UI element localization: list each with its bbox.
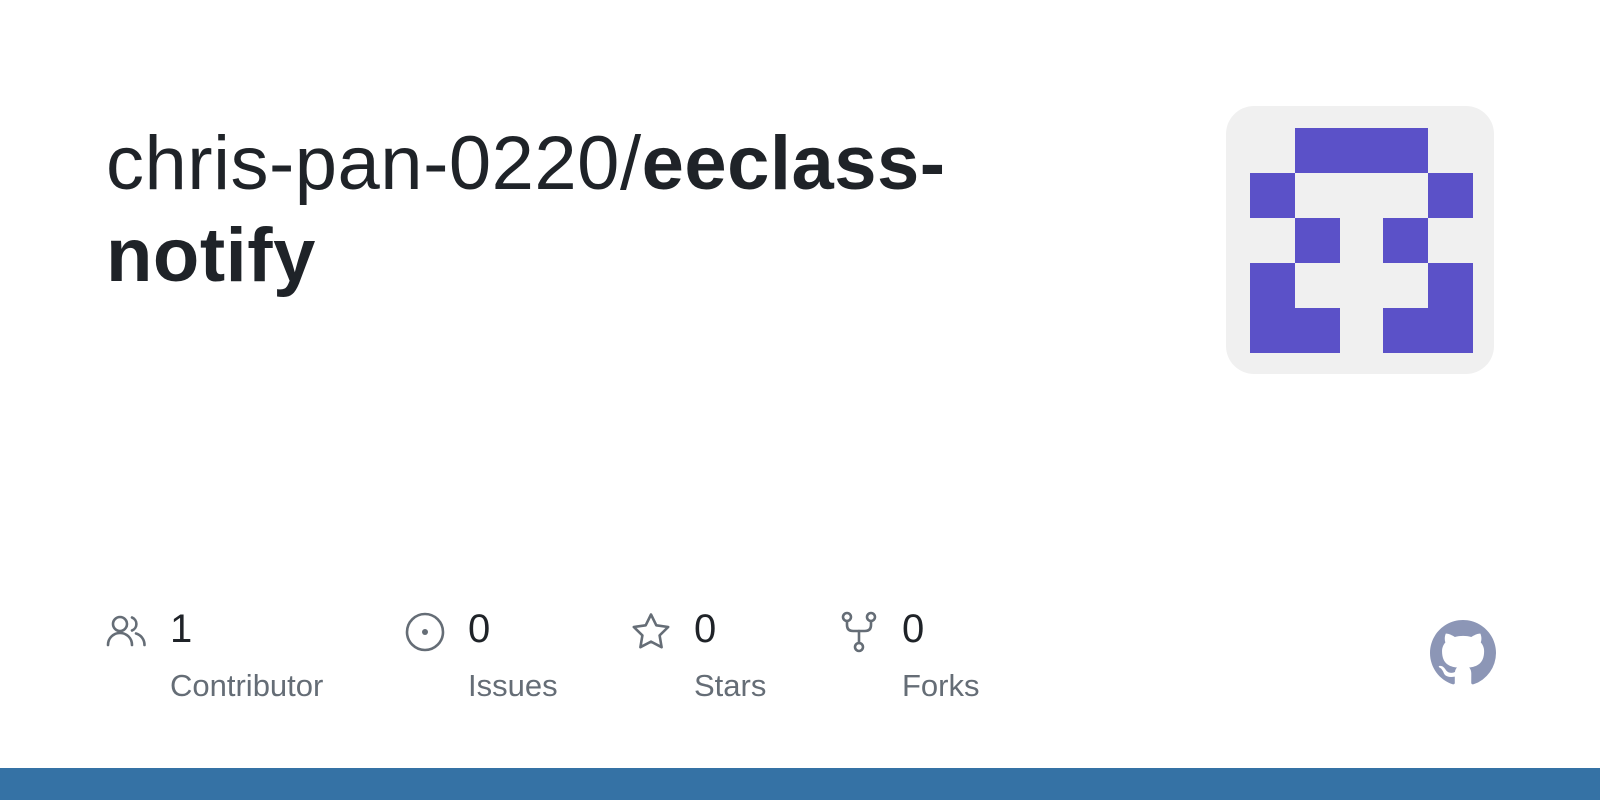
stat-label: Issues [468, 668, 558, 703]
stat-label: Stars [694, 668, 767, 703]
repo-owner: chris-pan-0220/ [106, 121, 642, 206]
github-mark-icon[interactable] [1430, 620, 1496, 686]
people-icon [106, 615, 146, 647]
repo-title[interactable]: chris-pan-0220/eeclass-notify [106, 118, 1116, 302]
fork-icon [841, 611, 877, 653]
language-bar [0, 768, 1600, 800]
star-icon [632, 613, 670, 649]
identicon-avatar [1226, 106, 1494, 374]
stat-label: Forks [902, 668, 980, 703]
stat-count: 0 [902, 607, 925, 651]
stat-count: 1 [170, 607, 193, 651]
repo-social-card: chris-pan-0220/eeclass-notify 1 Contribu… [0, 0, 1600, 800]
stat-count: 0 [694, 607, 717, 651]
stat-label: Contributor [170, 668, 324, 703]
issue-icon [405, 612, 445, 652]
stat-count: 0 [468, 607, 491, 651]
identicon-avatar-graphic [1250, 128, 1473, 353]
